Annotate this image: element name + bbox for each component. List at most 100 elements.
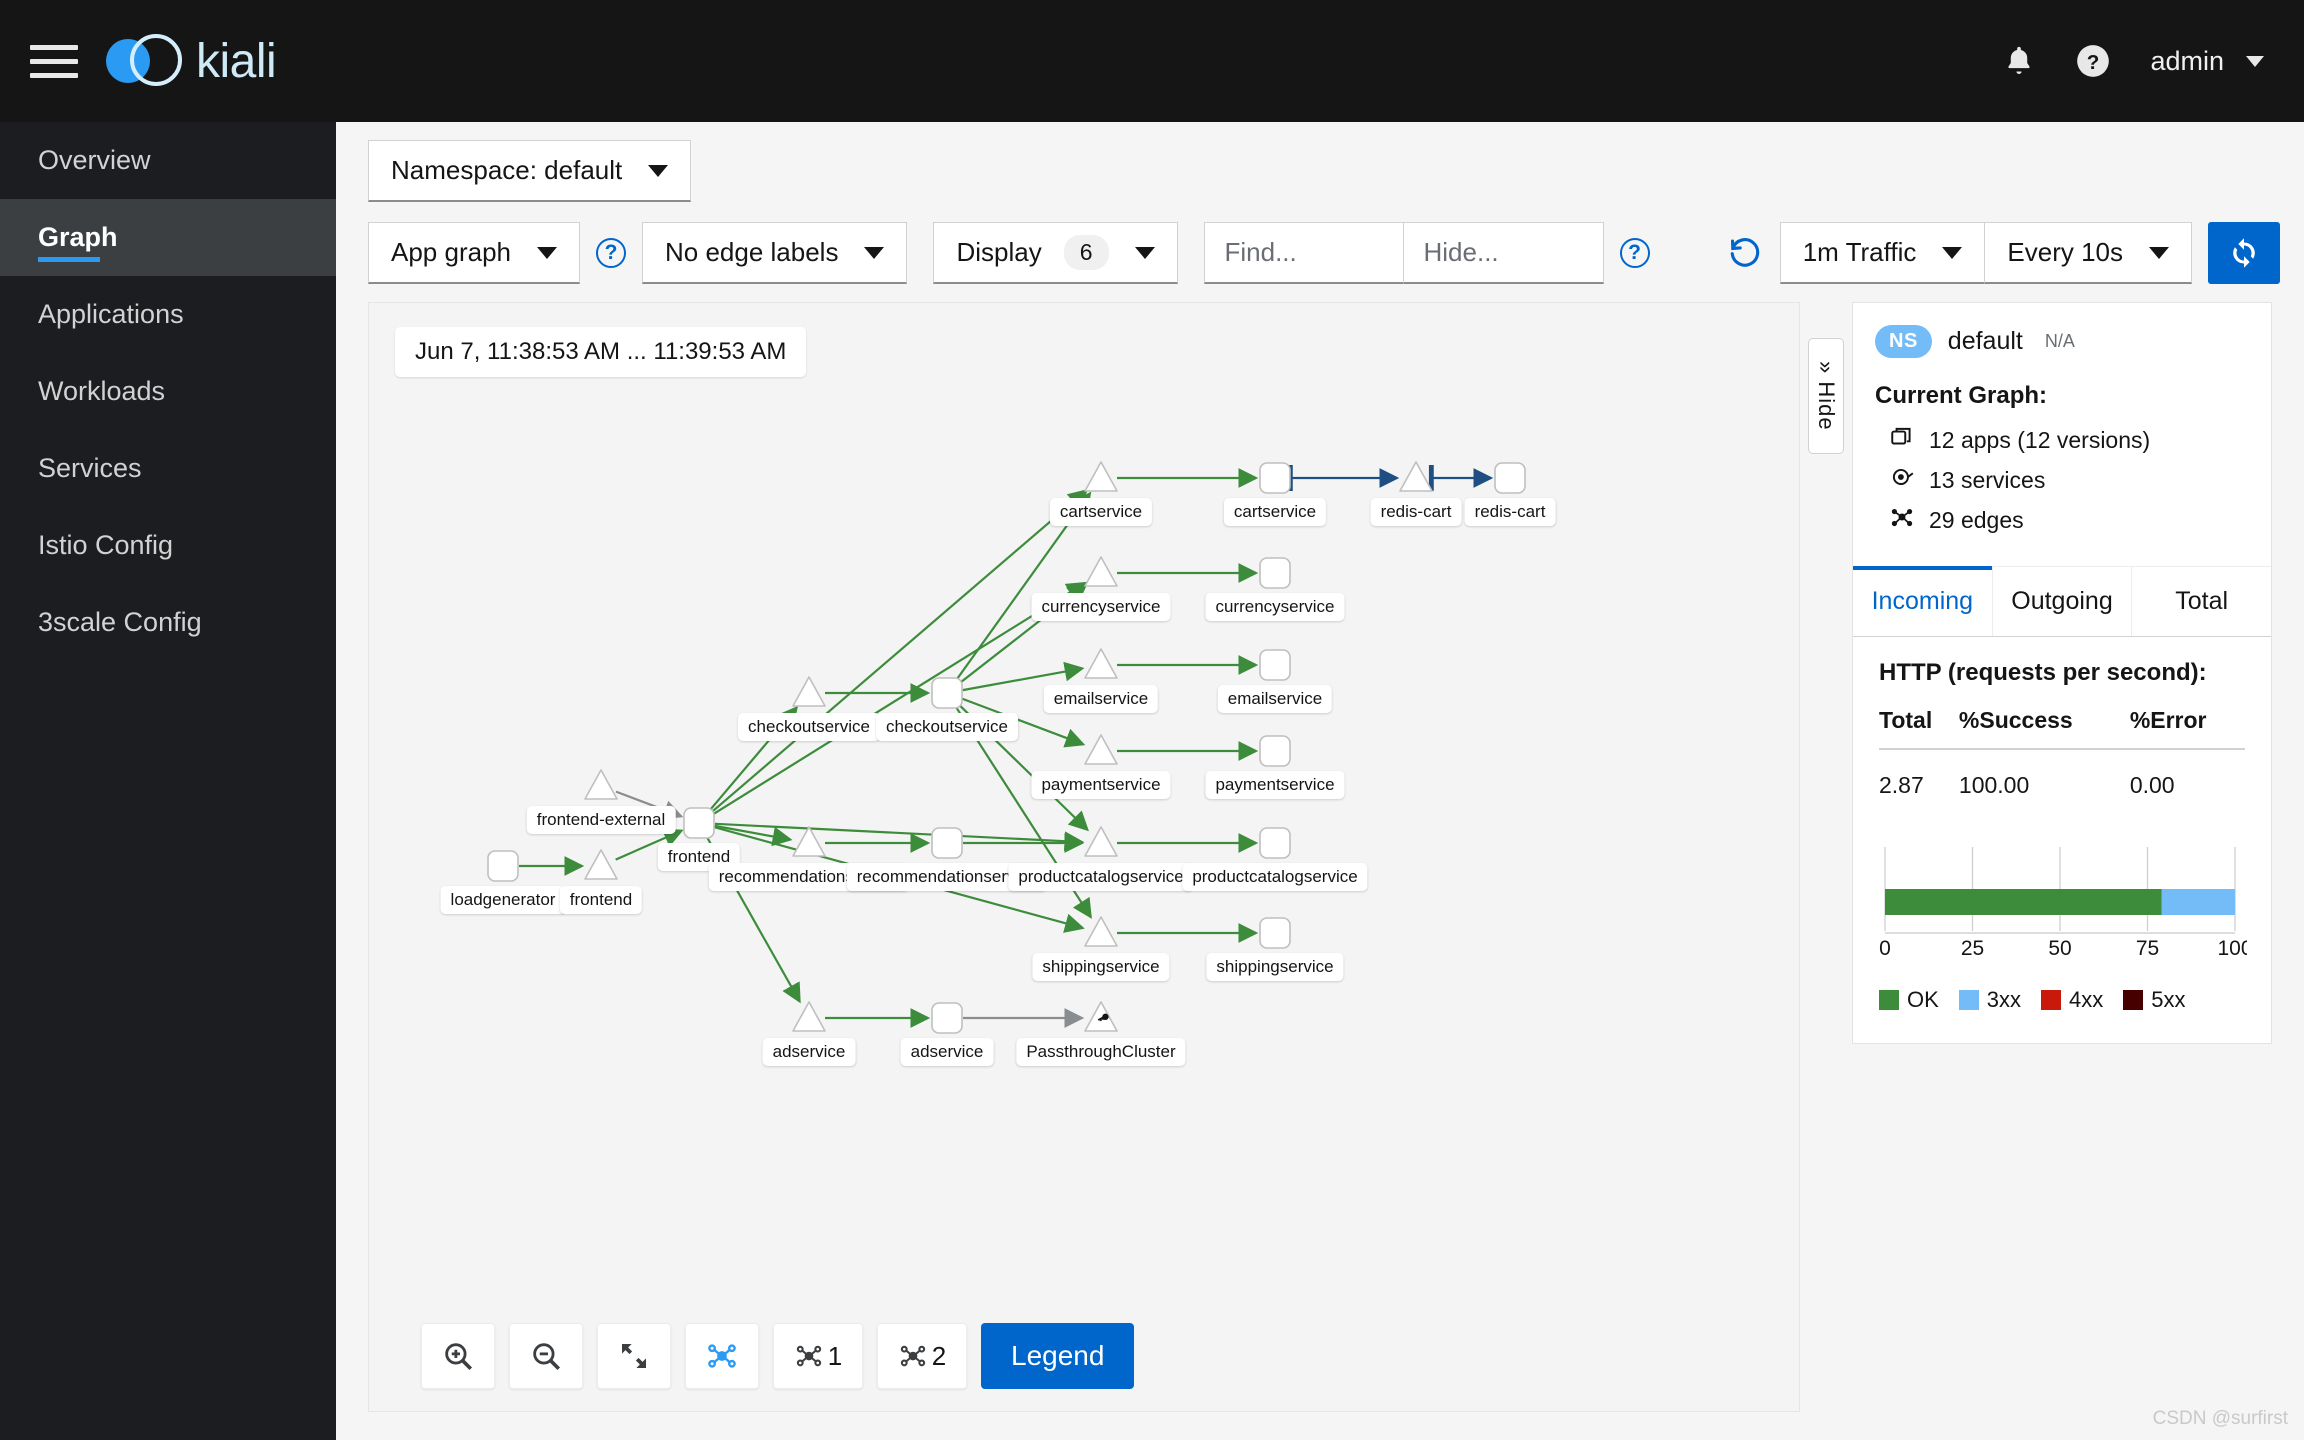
graph-type-select[interactable]: App graph	[368, 222, 580, 284]
graph-node-app-recommendationservice[interactable]	[931, 827, 963, 859]
graph-node-app-checkoutservice[interactable]	[931, 677, 963, 709]
sidebar-item-services[interactable]: Services	[0, 430, 336, 507]
graph-node-label[interactable]: adservice	[900, 1038, 994, 1066]
question-circle-icon[interactable]: ?	[2074, 42, 2112, 80]
hide-input[interactable]: Hide...	[1403, 222, 1604, 284]
graph-node-label[interactable]: productcatalogservice	[1182, 863, 1368, 891]
fit-to-screen-icon[interactable]	[597, 1323, 671, 1389]
chart-legend-item-5xx[interactable]: 5xx	[2123, 987, 2186, 1013]
graph-node-label[interactable]: PassthroughCluster	[1016, 1038, 1186, 1066]
graph-node-label[interactable]: shippingservice	[1032, 953, 1170, 981]
graph-node-svc-emailservice[interactable]	[1084, 648, 1118, 679]
graph-node-svc-checkoutservice[interactable]	[792, 676, 826, 707]
find-hide-help-icon[interactable]: ?	[1619, 238, 1650, 268]
sidebar-item-3scale-config[interactable]: 3scale Config	[0, 584, 336, 661]
duration-select[interactable]: 1m Traffic	[1779, 222, 1986, 284]
graph-node-svc-frontend[interactable]	[584, 849, 618, 880]
sidebar-item-overview[interactable]: Overview	[0, 122, 336, 199]
legend-label: 5xx	[2151, 987, 2186, 1012]
history-replay-icon[interactable]	[1728, 236, 1762, 270]
chevron-down-icon	[536, 246, 557, 259]
side-panel-hide-toggle[interactable]: » Hide	[1808, 338, 1844, 454]
graph-node-svc-passthroughcluster[interactable]	[1084, 1001, 1118, 1032]
graph-node-svc-shippingservice[interactable]	[1084, 916, 1118, 947]
graph-node-label[interactable]: cartservice	[1223, 498, 1327, 526]
graph-node-app-currencyservice[interactable]	[1259, 557, 1291, 589]
legend-label: 3xx	[1986, 987, 2022, 1012]
display-select[interactable]: Display 6	[933, 222, 1178, 284]
graph-edge[interactable]	[710, 488, 1089, 814]
graph-node-svc-cartservice[interactable]	[1084, 461, 1118, 492]
chart-legend-item-OK[interactable]: OK	[1879, 987, 1939, 1013]
graph-node-label[interactable]: shippingservice	[1206, 953, 1344, 981]
graph-node-label[interactable]: paymentservice	[1031, 771, 1171, 799]
graph-layout-default-icon[interactable]	[685, 1323, 759, 1389]
main-content: Namespace: default App graph ? No edge l…	[336, 122, 2304, 1440]
graph-layout-2-button[interactable]: 2	[877, 1323, 967, 1389]
graph-node-label[interactable]: checkoutservice	[738, 713, 880, 741]
tab-total[interactable]: Total	[2132, 567, 2271, 636]
sidebar-item-istio-config[interactable]: Istio Config	[0, 507, 336, 584]
graph-node-label[interactable]: currencyservice	[1205, 593, 1345, 621]
graph-node-app-cartservice[interactable]	[1259, 462, 1291, 494]
edge-labels-select[interactable]: No edge labels	[641, 222, 908, 284]
refresh-button[interactable]	[2208, 222, 2280, 284]
hamburger-menu-icon[interactable]	[30, 41, 78, 81]
graph-node-svc-frontend-external[interactable]	[584, 769, 618, 800]
graph-node-app-loadgenerator[interactable]	[487, 850, 519, 882]
graph-edge[interactable]	[712, 581, 1087, 816]
svg-text:?: ?	[2087, 51, 2100, 74]
graph-node-label[interactable]: emailservice	[1043, 685, 1159, 713]
namespace-select[interactable]: Namespace: default	[368, 140, 692, 202]
graph-node-app-redis-cart[interactable]	[1494, 462, 1526, 494]
graph-node-label[interactable]: adservice	[762, 1038, 856, 1066]
graph-type-help-icon[interactable]: ?	[595, 238, 626, 268]
graph-node-label[interactable]: emailservice	[1217, 685, 1333, 713]
graph-node-label[interactable]: productcatalogservice	[1008, 863, 1194, 891]
bell-icon[interactable]	[2002, 43, 2036, 79]
graph-node-app-productcatalogservice[interactable]	[1259, 827, 1291, 859]
graph-node-svc-adservice[interactable]	[792, 1001, 826, 1032]
graph-node-label[interactable]: currencyservice	[1031, 593, 1171, 621]
graph-node-label[interactable]: checkoutservice	[876, 713, 1018, 741]
graph-node-svc-paymentservice[interactable]	[1084, 734, 1118, 765]
graph-node-label[interactable]: redis-cart	[1370, 498, 1462, 526]
graph-node-app-adservice[interactable]	[931, 1002, 963, 1034]
graph-node-label[interactable]: redis-cart	[1464, 498, 1556, 526]
tab-outgoing[interactable]: Outgoing	[1993, 567, 2133, 636]
zoom-in-icon[interactable]	[421, 1323, 495, 1389]
graph-node-app-shippingservice[interactable]	[1259, 917, 1291, 949]
graph-node-svc-productcatalogservice[interactable]	[1084, 826, 1118, 857]
graph-node-label[interactable]: loadgenerator	[440, 886, 566, 914]
chart-legend-item-3xx[interactable]: 3xx	[1958, 987, 2022, 1013]
legend-button[interactable]: Legend	[981, 1323, 1135, 1389]
graph-node-app-frontend[interactable]	[683, 807, 715, 839]
graph-side-panel: NS default N/A Current Graph: 12 apps (1…	[1852, 302, 2272, 1044]
graph-node-label[interactable]: paymentservice	[1205, 771, 1345, 799]
sidebar-item-workloads[interactable]: Workloads	[0, 353, 336, 430]
graph-node-label[interactable]: cartservice	[1049, 498, 1153, 526]
metrics-table-header-row: Total %Success %Error	[1879, 707, 2245, 750]
find-input[interactable]: Find...	[1203, 222, 1404, 284]
sidebar-item-graph[interactable]: Graph	[0, 199, 336, 276]
chart-legend-item-4xx[interactable]: 4xx	[2041, 987, 2103, 1013]
user-menu[interactable]: admin	[2150, 46, 2264, 77]
chevron-down-icon	[648, 164, 669, 177]
graph-edge[interactable]	[714, 822, 1085, 852]
graph-node-app-paymentservice[interactable]	[1259, 735, 1291, 767]
refresh-interval-select[interactable]: Every 10s	[1985, 222, 2192, 284]
metrics-table-row: 2.87 100.00 0.00	[1879, 749, 2245, 799]
graph-node-label[interactable]: frontend-external	[526, 806, 676, 834]
tab-incoming[interactable]: Incoming	[1853, 566, 1993, 636]
zoom-out-icon[interactable]	[509, 1323, 583, 1389]
graph-layout-1-button[interactable]: 1	[773, 1323, 863, 1389]
brand-logo-link[interactable]: kiali	[106, 30, 277, 92]
sidebar-item-applications[interactable]: Applications	[0, 276, 336, 353]
graph-node-svc-redis-cart[interactable]	[1399, 461, 1433, 492]
graph-canvas[interactable]: Jun 7, 11:38:53 AM ... 11:39:53 AM carts…	[368, 302, 1800, 1412]
graph-node-label[interactable]: frontend	[559, 886, 643, 914]
graph-node-svc-recommendationservice[interactable]	[792, 826, 826, 857]
graph-node-svc-currencyservice[interactable]	[1084, 556, 1118, 587]
graph-node-app-emailservice[interactable]	[1259, 649, 1291, 681]
graph-toolbar: App graph ? No edge labels Display 6 Fin…	[368, 222, 2280, 284]
